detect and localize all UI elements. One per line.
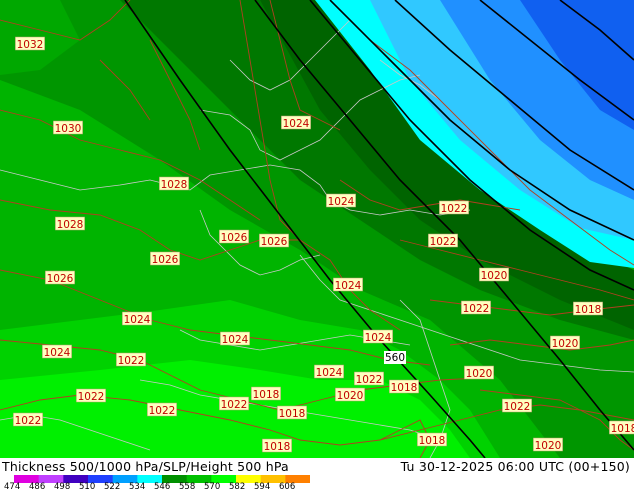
isobar-label: 1020: [335, 387, 365, 402]
isobar-label: 1022: [76, 388, 106, 403]
isobar-label-text: 1024: [44, 347, 71, 359]
isobar-label-text: 1018: [611, 423, 634, 435]
isobar-label: 1024: [220, 331, 250, 346]
colorbar-tick-label: 606: [279, 482, 296, 492]
weather-map: 560 1032 1030 1028 1028 1026 1026 1026 1026 1024…: [0, 0, 634, 458]
valid-time: Tu 30-12-2025 06:00 UTC (00+150): [400, 459, 630, 474]
isobar-label: 1020: [479, 267, 509, 282]
isobar-label: 1018: [277, 405, 307, 420]
isobar-label-text: 1024: [328, 196, 355, 208]
isobar-label-text: 1018: [575, 304, 602, 316]
isobar-label: 1024: [314, 364, 344, 379]
colorbar-tick-label: 522: [104, 482, 121, 492]
isobar-label: 1018: [389, 379, 419, 394]
isobar-label: 1026: [150, 251, 180, 266]
isobar-label-text: 1020: [481, 270, 508, 282]
isobar-label-text: 1018: [264, 441, 291, 453]
isobar-label-text: 1018: [419, 435, 446, 447]
isobar-label-text: 1024: [222, 334, 249, 346]
map-title: Thickness 500/1000 hPa/SLP/Height 500 hP…: [2, 459, 289, 474]
isobar-label-text: 1022: [221, 399, 248, 411]
isobar-label: 1026: [259, 233, 289, 248]
isobar-label-text: 1026: [152, 254, 179, 266]
isobar-label: 1020: [464, 365, 494, 380]
isobar-label: 1022: [354, 371, 384, 386]
colorbar-tick-label: 474: [4, 482, 21, 492]
isobar-label-text: 1024: [283, 118, 310, 130]
isobar-label-text: 1020: [552, 338, 579, 350]
isobar-label-text: 1022: [118, 355, 145, 367]
isobar-label: 1026: [45, 270, 75, 285]
isobar-label-text: 1020: [337, 390, 364, 402]
isobar-label: 1024: [333, 277, 363, 292]
colorbar-tick-label: 570: [204, 482, 221, 492]
colorbar-tick-label: 534: [129, 482, 146, 492]
colorbar-tick-label: 510: [79, 482, 96, 492]
colorbar-tick-label: 546: [154, 482, 171, 492]
isobar-label: 1022: [147, 402, 177, 417]
isobar-label-text: 1024: [335, 280, 362, 292]
isobar-label: 1026: [219, 229, 249, 244]
footer: Thickness 500/1000 hPa/SLP/Height 500 hP…: [0, 458, 634, 492]
isobar-label: 1022: [116, 352, 146, 367]
isobar-label: 1022: [461, 300, 491, 315]
isobar-label: 1022: [428, 233, 458, 248]
isobar-label-text: 1026: [221, 232, 248, 244]
isobar-label: 1024: [281, 115, 311, 130]
isobar-label: 1024: [122, 311, 152, 326]
isobar-label-text: 1024: [316, 367, 343, 379]
colorbar-tick-label: 558: [179, 482, 196, 492]
isobar-label: 1032: [15, 36, 45, 51]
isobar-label: 1022: [219, 396, 249, 411]
isobar-label: 1028: [159, 176, 189, 191]
isobar-label: 1020: [533, 437, 563, 452]
isobar-label: 1022: [439, 200, 469, 215]
isobar-label: 1024: [363, 329, 393, 344]
isobar-label-text: 1018: [391, 382, 418, 394]
isobar-label: 1024: [326, 193, 356, 208]
colorbar-tick-label: 486: [29, 482, 46, 492]
isobar-label: 1028: [55, 216, 85, 231]
isobar-label-text: 1020: [535, 440, 562, 452]
isobar-label-text: 1018: [279, 408, 306, 420]
isobar-label-text: 1028: [57, 219, 84, 231]
colorbar-tick-label: 582: [229, 482, 246, 492]
isobar-label: 1018: [251, 386, 281, 401]
height-label-560: 560: [384, 351, 406, 364]
isobar-label-text: 1024: [124, 314, 151, 326]
isobar-label-text: 1022: [78, 391, 105, 403]
isobar-label: 1018: [417, 432, 447, 447]
isobar-label-text: 1022: [463, 303, 490, 315]
isobar-label-text: 1030: [55, 123, 82, 135]
isobar-label-text: 1018: [253, 389, 280, 401]
isobar-label-text: 1022: [15, 415, 42, 427]
isobar-label: 1022: [502, 398, 532, 413]
isobar-label-text: 1022: [504, 401, 531, 413]
isobar-label: 1018: [573, 301, 603, 316]
isobar-label: 1024: [42, 344, 72, 359]
isobar-label: 1018: [609, 420, 634, 435]
isobar-label-text: 1026: [261, 236, 288, 248]
isobar-label-text: 1022: [441, 203, 468, 215]
colorbar-tick-label: 498: [54, 482, 71, 492]
isobar-label: 1022: [13, 412, 43, 427]
height-label-text: 560: [385, 352, 405, 364]
isobar-label: 1020: [550, 335, 580, 350]
isobar-label-text: 1026: [47, 273, 74, 285]
isobar-label-text: 1024: [365, 332, 392, 344]
isobar-label-text: 1028: [161, 179, 188, 191]
isobar-label: 1030: [53, 120, 83, 135]
isobar-label-text: 1022: [430, 236, 457, 248]
colorbar-tick-label: 594: [254, 482, 271, 492]
isobar-label: 1018: [262, 438, 292, 453]
isobar-label-text: 1022: [356, 374, 383, 386]
isobar-label-text: 1022: [149, 405, 176, 417]
isobar-label-text: 1032: [17, 39, 44, 51]
isobar-label-text: 1020: [466, 368, 493, 380]
